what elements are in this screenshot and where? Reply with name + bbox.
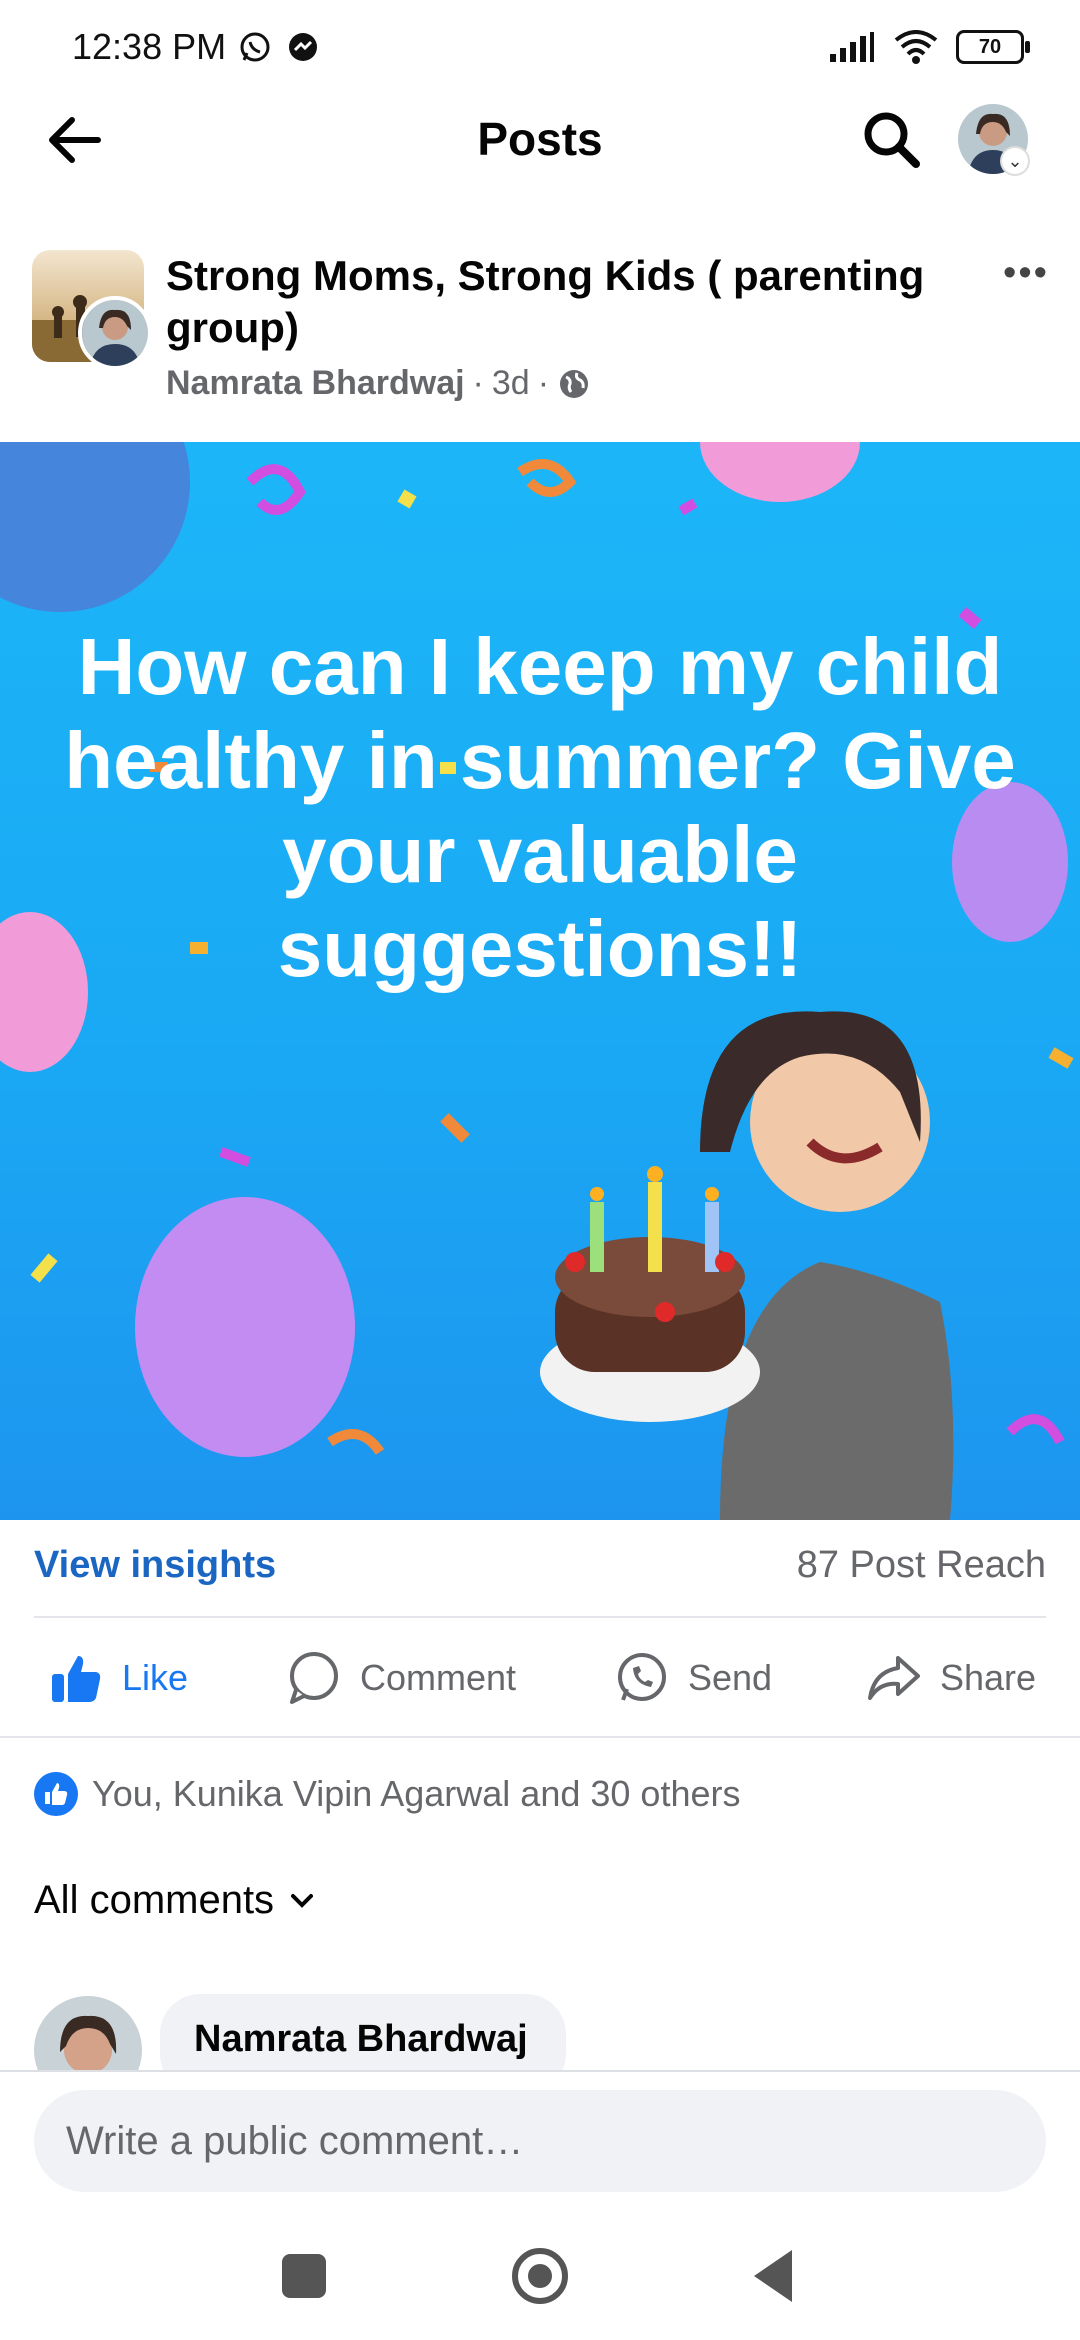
author-avatar[interactable] <box>78 296 152 370</box>
group-name[interactable]: Strong Moms, Strong Kids ( parenting gro… <box>166 250 966 354</box>
thumbs-up-icon <box>52 1656 101 1702</box>
like-button[interactable]: Like <box>48 1640 188 1716</box>
post-image[interactable]: How can I keep my child healthy in summe… <box>0 442 1080 1520</box>
comments-filter-dropdown[interactable]: All comments <box>34 1878 316 1923</box>
system-back-button[interactable] <box>754 2250 792 2302</box>
notification-icons <box>238 30 320 64</box>
like-reaction-icon <box>34 1772 78 1816</box>
comments-filter-label: All comments <box>34 1878 275 1922</box>
more-options-button[interactable]: ••• <box>996 252 1056 294</box>
chevron-down-icon <box>291 1893 314 1908</box>
send-label: Send <box>688 1657 773 1698</box>
reactions-text: You, Kunika Vipin Agarwal and 30 others <box>92 1773 741 1814</box>
system-icons: 70 <box>828 30 1030 64</box>
post-image-text: How can I keep my child healthy in summe… <box>64 622 1016 993</box>
author-image <box>82 300 148 366</box>
divider <box>34 1616 1046 1618</box>
comment-label: Comment <box>360 1657 517 1698</box>
view-insights-link[interactable]: View insights <box>34 1544 276 1587</box>
search-button[interactable] <box>856 104 928 176</box>
comment-input[interactable] <box>34 2090 1046 2192</box>
messenger-icon <box>289 33 317 61</box>
comment-bubble-icon <box>290 1652 338 1704</box>
post-age[interactable]: 3d <box>492 364 530 403</box>
whatsapp-icon <box>240 32 270 62</box>
author-name[interactable]: Namrata Bhardwaj <box>166 364 465 403</box>
status-time: 12:38 PM <box>72 26 227 67</box>
comment-button[interactable]: Comment <box>286 1640 516 1716</box>
wifi-icon <box>894 30 938 64</box>
home-button[interactable] <box>512 2248 568 2304</box>
globe-icon <box>560 369 589 398</box>
search-icon <box>864 112 920 168</box>
share-button[interactable]: Share <box>866 1640 1036 1716</box>
share-label: Share <box>940 1657 1037 1698</box>
signal-icon <box>830 32 874 62</box>
whatsapp-icon <box>618 1653 666 1701</box>
comment-author-name[interactable]: Namrata Bhardwaj <box>194 2018 528 2061</box>
post-meta: Namrata Bhardwaj · 3d · <box>166 364 591 403</box>
divider <box>0 1736 1080 1738</box>
meta-separator: · <box>472 364 484 402</box>
meta-separator: · <box>537 364 550 402</box>
like-label: Like <box>122 1657 189 1698</box>
share-arrow-icon <box>868 1656 920 1700</box>
recent-apps-button[interactable] <box>282 2254 326 2298</box>
reactions-summary[interactable]: You, Kunika Vipin Agarwal and 30 others <box>34 1772 740 1816</box>
post-reach: 87 Post Reach <box>796 1544 1046 1586</box>
status-bar: 12:38 PM 70 <box>0 0 1080 96</box>
chevron-down-icon[interactable]: ⌄ <box>1002 148 1028 174</box>
send-button[interactable]: Send <box>614 1640 772 1716</box>
battery-icon: 70 <box>956 30 1030 64</box>
